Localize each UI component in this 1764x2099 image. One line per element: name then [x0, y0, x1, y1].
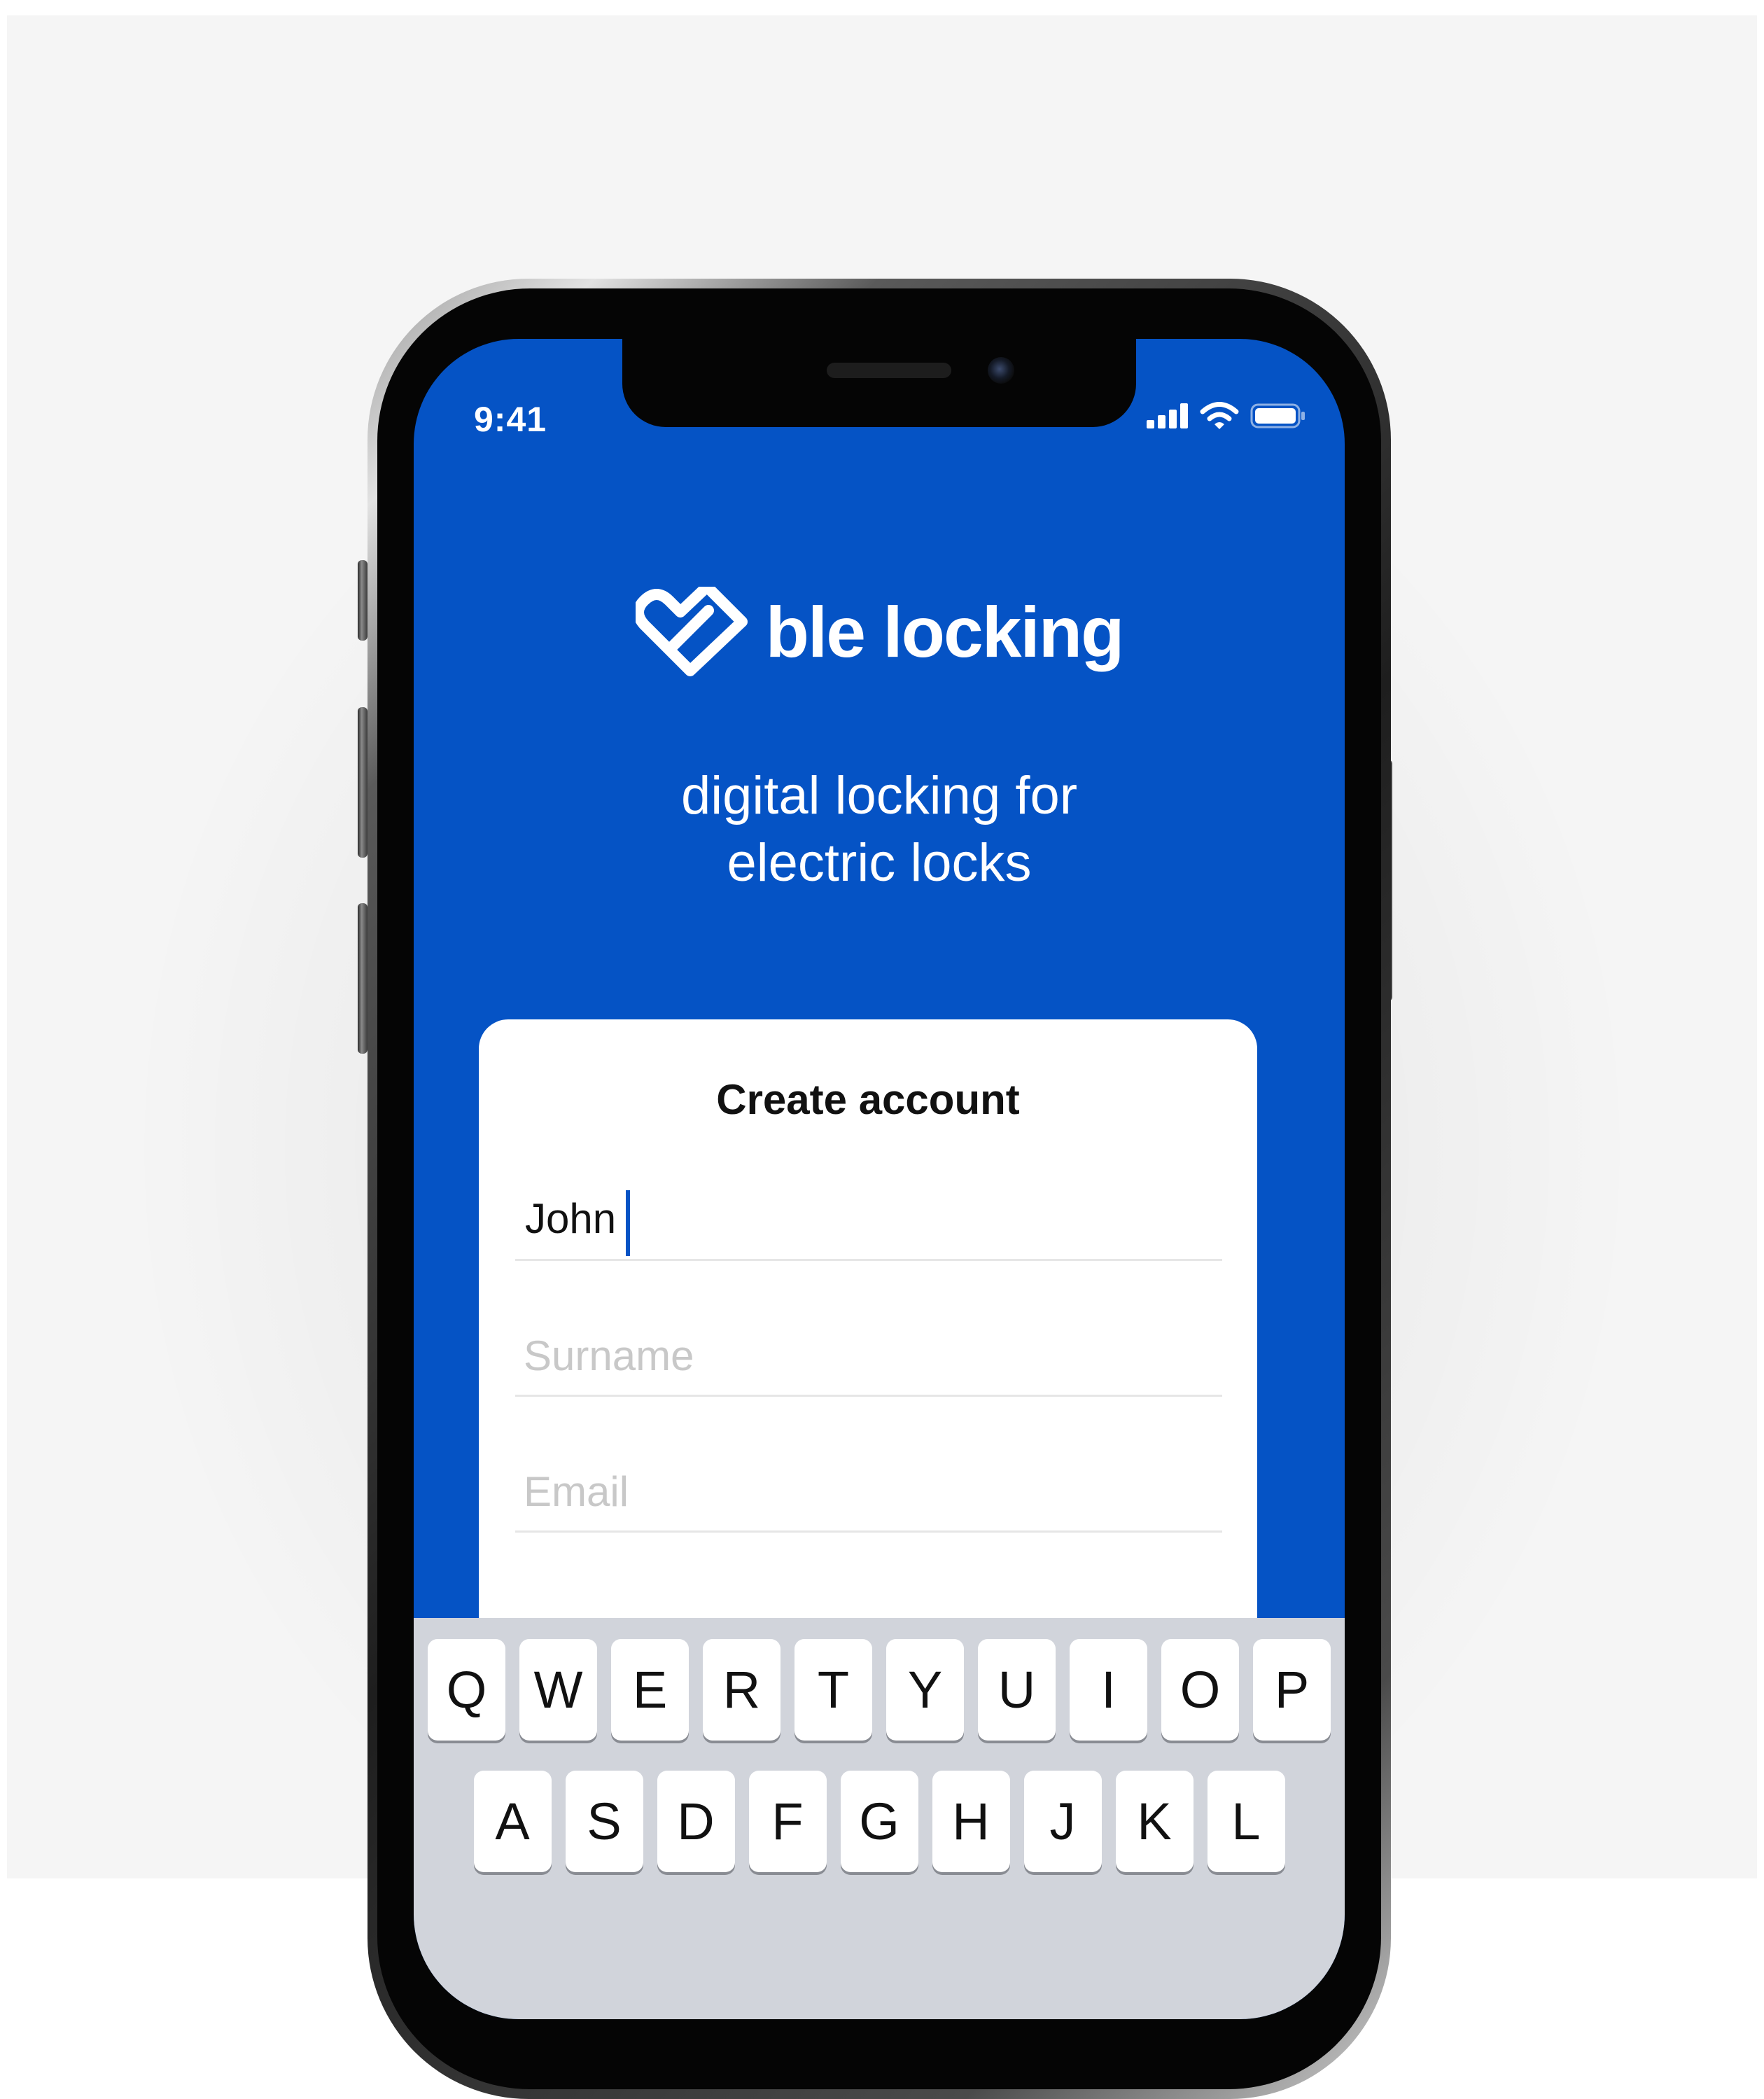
key-q[interactable]: Q [428, 1639, 505, 1741]
key-y[interactable]: Y [886, 1639, 964, 1741]
key-a[interactable]: A [473, 1771, 552, 1872]
key-w[interactable]: W [519, 1639, 597, 1741]
tagline-line-1: digital locking for [680, 766, 1078, 825]
battery-icon [1250, 403, 1305, 428]
notch [622, 339, 1136, 427]
text-cursor [626, 1190, 630, 1256]
key-f[interactable]: F [748, 1771, 827, 1872]
tagline: digital locking for electric locks [414, 762, 1345, 897]
onscreen-keyboard: Q W E R T Y U I O P A S D F G H J K L [414, 1618, 1345, 2019]
key-j[interactable]: J [1023, 1771, 1102, 1872]
volume-up-button [358, 707, 368, 858]
first-name-field[interactable]: John [515, 1175, 1222, 1261]
brand-name: ble locking [765, 592, 1125, 672]
silent-switch [358, 560, 368, 641]
key-p[interactable]: P [1253, 1639, 1331, 1741]
volume-down-button [358, 903, 368, 1054]
keyboard-row-2: A S D F G H J K L [414, 1771, 1345, 1872]
key-d[interactable]: D [657, 1771, 735, 1872]
key-r[interactable]: R [703, 1639, 780, 1741]
wifi-icon [1200, 402, 1239, 429]
cellular-signal-icon [1147, 403, 1188, 428]
key-l[interactable]: L [1207, 1771, 1285, 1872]
surname-placeholder: Surname [524, 1332, 694, 1379]
first-name-value: John [525, 1195, 617, 1242]
heart-check-logo-icon [635, 587, 748, 676]
key-h[interactable]: H [932, 1771, 1010, 1872]
key-k[interactable]: K [1115, 1771, 1194, 1872]
tagline-line-2: electric locks [727, 833, 1032, 893]
key-i[interactable]: I [1070, 1639, 1147, 1741]
email-placeholder: Email [524, 1468, 629, 1515]
form-title: Create account [716, 1076, 1020, 1123]
status-time: 9:41 [474, 400, 547, 439]
key-e[interactable]: E [611, 1639, 689, 1741]
key-s[interactable]: S [565, 1771, 643, 1872]
keyboard-row-1: Q W E R T Y U I O P [414, 1639, 1345, 1741]
key-g[interactable]: G [840, 1771, 918, 1872]
speaker-grille [827, 363, 951, 378]
brand-logo: ble locking [414, 587, 1345, 678]
phone-screen: 9:41 ble locking digital locking for ele… [414, 339, 1345, 2019]
key-o[interactable]: O [1161, 1639, 1239, 1741]
key-u[interactable]: U [978, 1639, 1056, 1741]
status-icons [1147, 396, 1306, 435]
front-camera [988, 357, 1014, 384]
surname-field[interactable]: Surname [515, 1311, 1222, 1397]
email-field[interactable]: Email [515, 1446, 1222, 1533]
key-t[interactable]: T [794, 1639, 872, 1741]
